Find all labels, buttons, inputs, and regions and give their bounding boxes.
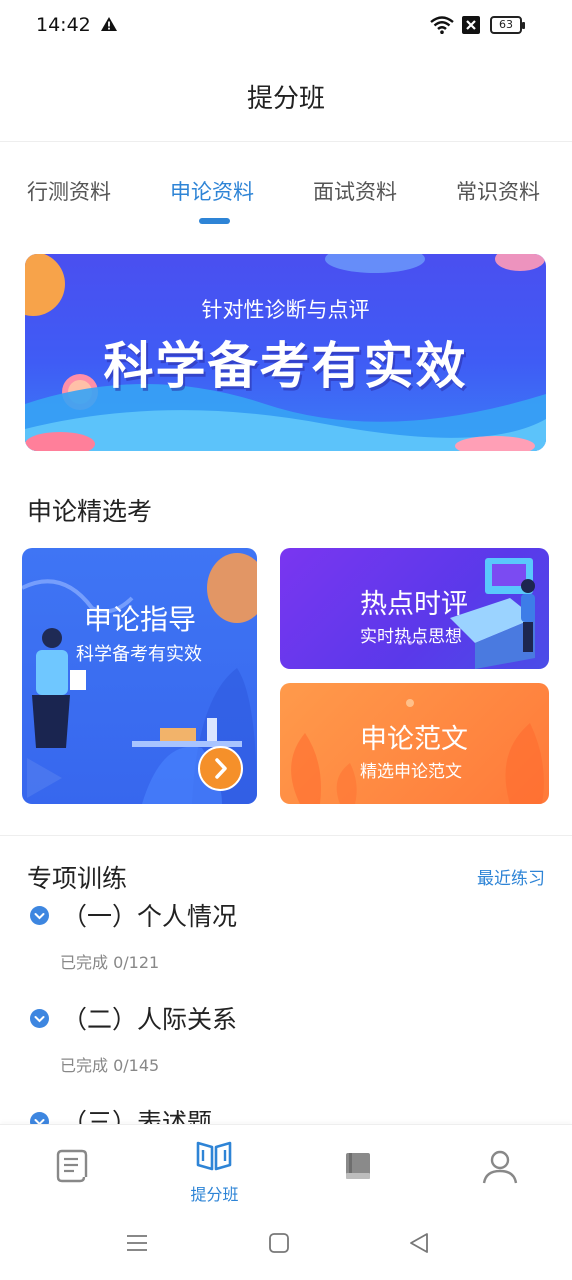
hot-topics-subtitle: 实时热点思想 — [360, 627, 462, 647]
tab-shenlun[interactable]: 申论资料 — [170, 176, 254, 206]
section-title: 申论精选考 — [27, 497, 153, 526]
tab-mianshi[interactable]: 面试资料 — [313, 176, 397, 206]
training-item-name: （二）人际关系 — [62, 1005, 238, 1034]
tab-indicator — [199, 218, 230, 224]
recent-practice-link[interactable]: 最近练习 — [477, 864, 545, 889]
training-item-name: （一）个人情况 — [62, 902, 238, 931]
guide-card[interactable]: 申论指导 科学备考有实效 — [22, 548, 257, 804]
category-tabs: 行测资料 申论资料 面试资料 常识资料 — [0, 176, 572, 226]
chevron-down-icon — [30, 906, 49, 925]
header-divider — [0, 141, 572, 142]
user-icon — [482, 1150, 518, 1184]
nav-item-exams[interactable] — [0, 1125, 143, 1215]
open-book-icon — [196, 1141, 232, 1171]
chevron-right-icon — [215, 758, 227, 779]
chevron-down-icon — [30, 1112, 49, 1124]
training-item-progress: 已完成 0/145 — [60, 1056, 160, 1075]
tab-changshi[interactable]: 常识资料 — [456, 176, 540, 206]
status-time: 14:42 — [36, 14, 91, 36]
scroll-icon — [56, 1149, 88, 1183]
home-icon[interactable] — [268, 1232, 290, 1254]
model-essay-title: 申论范文 — [360, 724, 468, 755]
nav-item-library[interactable] — [286, 1125, 429, 1215]
model-essay-card[interactable]: 申论范文 精选申论范文 — [280, 683, 549, 804]
nav-item-tifenban[interactable]: 提分班 — [143, 1125, 286, 1215]
warning-icon — [101, 17, 117, 31]
no-sim-icon — [462, 16, 480, 34]
training-item-name: （三）表述题 — [62, 1108, 213, 1124]
training-item[interactable]: （二）人际关系 已完成 0/145 — [0, 1000, 572, 1090]
bottom-navigation: 提分班 — [0, 1124, 572, 1214]
promo-banner[interactable]: 针对性诊断与点评 科学备考有实效 — [25, 254, 546, 451]
training-item[interactable]: （一）个人情况 已完成 0/121 — [0, 897, 572, 987]
guide-arrow-button[interactable] — [198, 746, 243, 791]
page-title: 提分班 — [246, 84, 325, 114]
training-item-progress: 已完成 0/121 — [60, 953, 160, 972]
chevron-down-icon — [30, 1009, 49, 1028]
battery-icon: 63 — [490, 16, 525, 34]
menu-icon[interactable] — [126, 1232, 148, 1254]
training-item[interactable]: （三）表述题 — [0, 1103, 572, 1124]
guide-subtitle: 科学备考有实效 — [76, 644, 202, 665]
hot-topics-title: 热点时评 — [360, 589, 468, 620]
model-essay-subtitle: 精选申论范文 — [360, 762, 462, 782]
banner-title: 科学备考有实效 — [103, 337, 468, 395]
back-icon[interactable] — [408, 1232, 430, 1254]
status-bar: 14:42 63 — [0, 0, 572, 52]
guide-title: 申论指导 — [84, 603, 197, 636]
training-title: 专项训练 — [27, 864, 128, 893]
nav-label-tifenban: 提分班 — [190, 1185, 239, 1204]
book-icon — [346, 1153, 370, 1179]
tab-xingce[interactable]: 行测资料 — [27, 176, 111, 206]
banner-subtitle: 针对性诊断与点评 — [201, 298, 370, 322]
wifi-icon — [430, 16, 454, 34]
nav-item-profile[interactable] — [429, 1125, 572, 1215]
system-navigation — [0, 1214, 572, 1280]
section-divider — [0, 835, 572, 836]
hot-topics-card[interactable]: 热点时评 实时热点思想 — [280, 548, 549, 669]
